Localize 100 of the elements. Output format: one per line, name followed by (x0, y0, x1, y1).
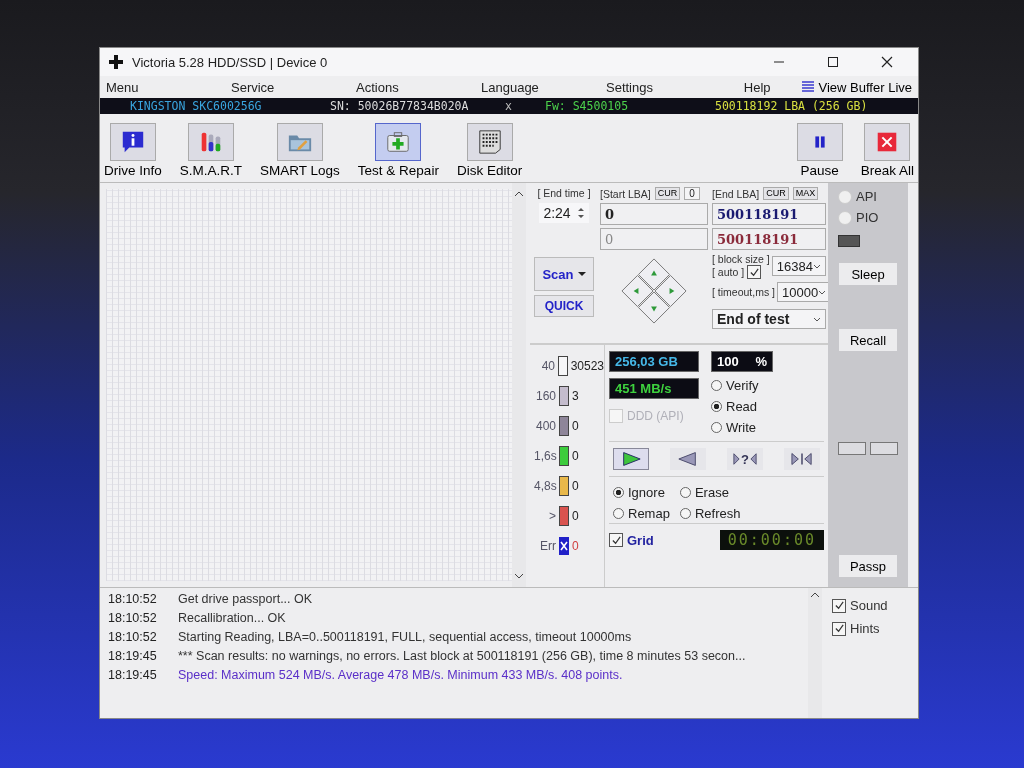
chevron-down-icon (818, 289, 827, 295)
status-indicator (838, 235, 860, 247)
latency-label: > (548, 509, 556, 523)
left-triangle-icon (749, 452, 757, 466)
view-buffer-button[interactable]: View Buffer Live (800, 79, 912, 95)
serial-number: SN: 50026B77834B020A (330, 99, 470, 113)
tested-size-display: 256,03 GB (609, 351, 699, 372)
end-action-dropdown[interactable]: End of test (712, 309, 826, 329)
sleep-button[interactable]: Sleep (839, 263, 897, 285)
max-button[interactable]: MAX (792, 187, 819, 200)
menu-item[interactable]: Language (481, 79, 606, 95)
cur-value: 0 (684, 187, 700, 200)
repair-mode-radio[interactable]: Erase (679, 485, 741, 500)
grid-checkbox[interactable]: Grid (609, 532, 654, 548)
end-time-label: [ End time ] (537, 187, 591, 199)
block-size-dropdown[interactable]: 16384 (771, 256, 826, 276)
check-icon (748, 266, 760, 278)
direction-pad-icon[interactable] (620, 257, 688, 325)
latency-label: 40 (540, 359, 555, 373)
recall-button[interactable]: Recall (839, 329, 897, 351)
toolbar-button[interactable]: SMART Logs (260, 123, 340, 178)
interface-radio[interactable]: PIO (838, 210, 879, 225)
window-title: Victoria 5.28 HDD/SSD | Device 0 (132, 54, 328, 70)
mode-radio[interactable]: Read (711, 399, 759, 414)
check-icon (833, 623, 845, 634)
menu-item[interactable]: Menu (106, 79, 231, 95)
latency-count: 0 (572, 539, 579, 553)
direction-button[interactable]: ? (727, 448, 763, 470)
repair-mode-radio[interactable]: Ignore (613, 485, 670, 500)
close-icon[interactable] (881, 56, 893, 68)
latency-label: 160 (534, 389, 556, 403)
scroll-down-icon[interactable] (514, 573, 524, 579)
menu-item[interactable]: Service (231, 79, 356, 95)
latency-count: 0 (572, 419, 579, 433)
list-icon (800, 80, 815, 94)
passport-button[interactable]: Passp (839, 555, 897, 577)
chevron-down-icon (813, 316, 821, 322)
latency-label: 1,6s (534, 449, 556, 463)
right-triangle-icon (733, 452, 740, 466)
log-message: Starting Reading, LBA=0..500118191, FULL, sequential access, timeout 10000ms (178, 630, 632, 644)
toolbar-button[interactable]: Test & Repair (357, 123, 439, 178)
start-lba-label: [Start LBA] (600, 187, 651, 200)
option-checkbox[interactable]: Sound (832, 598, 888, 613)
latency-count: 30523 (570, 359, 604, 373)
mode-radio[interactable]: Verify (711, 378, 759, 393)
menu-item[interactable]: Actions (356, 79, 481, 95)
small-button[interactable] (870, 441, 898, 455)
log-message: Get drive passport... OK (178, 592, 313, 606)
chevron-down-icon (813, 263, 821, 269)
log-time: 18:19:45 (108, 668, 158, 682)
latency-label: Err (539, 539, 556, 553)
timeout-label: [ timeout,ms ] (712, 286, 775, 298)
end-lba-label: [End LBA] (712, 187, 760, 200)
progress-percent-display: 100 % (711, 351, 773, 372)
close-mark[interactable]: x (505, 99, 545, 113)
log-message: Recallibration... OK (178, 611, 286, 625)
interface-radio[interactable]: API (838, 189, 877, 204)
menu-item[interactable]: Help (743, 79, 771, 95)
drive-capacity: 500118192 LBA (256 GB) (715, 99, 868, 113)
maximize-icon[interactable] (827, 56, 839, 68)
option-checkbox[interactable]: Hints (832, 621, 888, 636)
firmware-version: Fw: S4500105 (545, 99, 630, 113)
check-icon (833, 600, 845, 611)
repair-mode-radio[interactable]: Remap (613, 506, 670, 521)
toolbar-button[interactable]: Disk Editor (456, 123, 523, 178)
repair-mode-radio[interactable]: Refresh (679, 506, 741, 521)
direction-button[interactable] (613, 448, 649, 470)
cur-button[interactable]: CUR (763, 187, 789, 200)
latency-count: 0 (572, 449, 579, 463)
direction-button[interactable] (670, 448, 706, 470)
scrollbar[interactable] (808, 588, 822, 718)
end-lba-field[interactable]: 500118191 (712, 203, 826, 225)
cur-button[interactable]: CUR (654, 187, 681, 200)
end-time-spinner[interactable]: 2:24 (539, 203, 589, 223)
log-message: Speed: Maximum 524 MB/s. Average 478 MB/s. Minimum 433 MB/s. 408 points. (178, 668, 623, 682)
small-button[interactable] (838, 441, 866, 455)
quick-button[interactable]: QUICK (534, 295, 594, 317)
latency-label: 400 (534, 419, 556, 433)
log-time: 18:10:52 (108, 611, 158, 625)
spin-arrows-icon[interactable] (576, 205, 585, 221)
log-time: 18:10:52 (108, 630, 158, 644)
log-message: *** Scan results: no warnings, no errors. Last block at 500118191 (256 GB), time 8 minutes 53 secon... (178, 649, 746, 663)
menu-item[interactable]: Settings (606, 79, 731, 95)
latency-count: 0 (572, 479, 579, 493)
timer-display: 00:00:00 (719, 530, 824, 550)
start-lba-field[interactable]: 0 (600, 203, 708, 225)
check-icon (610, 534, 622, 546)
direction-button[interactable] (784, 448, 820, 470)
cross-icon (108, 54, 124, 70)
end-position-field: 500118191 (712, 228, 826, 250)
binary-document-icon (476, 129, 503, 155)
log-time: 18:10:52 (108, 592, 158, 606)
left-triangle-icon (677, 451, 699, 467)
scan-button[interactable]: Scan (534, 257, 594, 291)
auto-checkbox[interactable] (747, 265, 762, 279)
scroll-up-icon[interactable] (810, 592, 820, 598)
mode-radio[interactable]: Write (711, 420, 759, 435)
scroll-up-icon[interactable] (514, 191, 524, 197)
drive-model: KINGSTON SKC600256G (130, 99, 263, 113)
scrollbar[interactable] (512, 183, 526, 587)
